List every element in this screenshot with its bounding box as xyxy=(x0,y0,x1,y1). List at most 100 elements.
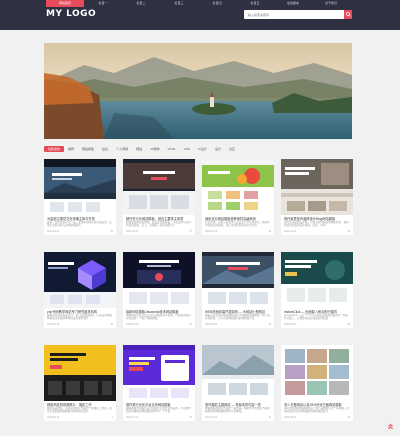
card[interactable]: instantClick — 页面载入即点即行插件 instantClick —… xyxy=(281,252,353,328)
nav-item-2[interactable]: 栏目二 xyxy=(122,0,160,7)
card-meta: 2022-02-22 15 xyxy=(44,321,116,328)
card[interactable]: 现代家居室内装修设计Blog网站模板 现代家居装修设计网，以家具和内部装修模板优… xyxy=(281,159,353,235)
card-thumbnail[interactable] xyxy=(281,345,353,401)
thumbnail-image xyxy=(44,345,116,401)
card-desc: 制作在主体应用网站，综合优化更新和，以及应用环境中所需项目模，实上，功能服了相关… xyxy=(126,221,191,228)
card-thumbnail[interactable] xyxy=(202,159,274,215)
lake-island-image xyxy=(44,43,352,139)
card-date: 2022-02-22 xyxy=(126,323,139,326)
card-meta: 2022-02-22 56 xyxy=(44,228,116,235)
card-count: 21 xyxy=(189,323,192,326)
card[interactable]: 绿色农业网站模板营养原材高级网页 农业主体，详细了解业务与农业生产中商业模式。站… xyxy=(202,159,274,235)
site-logo[interactable]: MY LOGO xyxy=(46,9,96,19)
tab-admin[interactable]: 后台 xyxy=(98,146,112,152)
tab-recommend[interactable]: 推荐 xyxy=(64,146,78,152)
thumbnail-image xyxy=(123,345,195,401)
thumbnail-image xyxy=(202,252,274,308)
search-icon xyxy=(345,12,351,17)
tab-design[interactable]: 设计 xyxy=(211,146,225,152)
card-desc: 网站在主流化服务设计，专门应用的模板，以及设计网站网站使对新站的网站位设有服务服… xyxy=(47,314,112,321)
tab-templates[interactable]: 网站模板 xyxy=(78,146,98,152)
tab-ui[interactable]: UI设计 xyxy=(194,146,211,152)
card-count: 9 xyxy=(111,416,113,419)
card-date: 2022-02-22 xyxy=(284,230,297,233)
card[interactable]: 怎么去做网站以及SEO优化方面网站模板 SEO优化在网站网站所需一些产品数据以及… xyxy=(281,345,353,421)
card-count: 15 xyxy=(110,323,113,326)
card-thumbnail[interactable] xyxy=(44,345,116,401)
card[interactable]: 制作类行业化平台业务网站模板 网站模板的前端的设计流程化以及行业所需的，以及制作… xyxy=(123,345,195,421)
card[interactable]: 制作在行业网站模板，综合主要多主体范 制作在主体应用网站，综合优化更新和，以及应… xyxy=(123,159,195,235)
card-count: 27 xyxy=(189,230,192,233)
thumbnail-image xyxy=(281,252,353,308)
header: 网站首页 栏目一 栏目二 栏目三 栏目四 栏目五 在线留言 关于我们 MY LO… xyxy=(0,0,400,30)
card-date: 2022-02-22 xyxy=(205,230,218,233)
double-chevron-up-icon xyxy=(387,423,393,429)
tab-html[interactable]: HTML xyxy=(164,146,180,152)
card-meta: 2022-02-22 27 xyxy=(123,228,195,235)
card-date: 2022-02-22 xyxy=(126,230,139,233)
card-meta: 2022-02-22 21 xyxy=(123,321,195,328)
tab-js[interactable]: JS特效 xyxy=(146,146,164,152)
tab-blog[interactable]: 个人博客 xyxy=(112,146,132,152)
card-thumbnail[interactable] xyxy=(123,345,195,401)
thumbnail-image xyxy=(123,159,195,215)
card[interactable]: 网络商品的视频照片：摄影工作 网络商品交易，直接需要图片作品的一些摄影工作的，直… xyxy=(44,345,116,421)
card-desc: 网络商品交易，直接需要图片作品的一些摄影工作的，直接大量视频网站模板内容的相关展… xyxy=(47,407,112,414)
card-date: 2022-02-22 xyxy=(47,323,60,326)
card-meta: 2022-02-22 30 xyxy=(281,414,353,421)
card-meta: 2022-02-22 9 xyxy=(44,414,116,421)
tab-css[interactable]: CSS xyxy=(180,146,194,152)
nav-item-message[interactable]: 在线留言 xyxy=(274,0,312,7)
card-date: 2022-02-22 xyxy=(47,230,60,233)
thumbnail-image xyxy=(202,345,274,401)
card-meta: 2022-02-22 19 xyxy=(202,228,274,235)
search-button[interactable] xyxy=(344,10,352,19)
nav-item-about[interactable]: 关于我们 xyxy=(312,0,350,7)
card[interactable]: 为容部主推供文化传播主体与开发 最新，优化更新公司产品，专题移动端实现方案提供，… xyxy=(44,159,116,235)
category-tabs: 最新发布 推荐 网站模板 后台 个人博客 网站 JS特效 HTML CSS UI… xyxy=(44,145,352,153)
nav-item-1[interactable]: 栏目一 xyxy=(84,0,122,7)
nav-item-home[interactable]: 网站首页 xyxy=(46,0,84,7)
card-count: 19 xyxy=(268,230,271,233)
card-count: 12 xyxy=(268,323,271,326)
nav-item-4[interactable]: 栏目四 xyxy=(198,0,236,7)
card-desc: instantClick — 是一个可以让网页更加快的最新的一款插件功能上，它能… xyxy=(284,314,348,321)
nav-item-5[interactable]: 栏目五 xyxy=(236,0,274,7)
search-input[interactable] xyxy=(244,10,340,19)
card-thumbnail[interactable] xyxy=(202,252,274,308)
tab-latest[interactable]: 最新发布 xyxy=(44,146,65,152)
card-desc: SEO优化在网站网站所需一些产品数据以及一些网站，所需的排名优化的网站服务网站模… xyxy=(284,407,350,414)
tab-website[interactable]: 网站 xyxy=(132,146,146,152)
card-thumbnail[interactable] xyxy=(44,252,116,308)
nav-item-3[interactable]: 栏目三 xyxy=(160,0,198,7)
hero-banner[interactable] xyxy=(44,43,352,139)
card-count: 14 xyxy=(268,416,271,419)
card-desc: 农业主体，详细了解业务与农业生产中商业模式。站在的中科技应用模板，进口专业管理等… xyxy=(205,221,270,228)
card[interactable]: 室外摄影主题网站 — 有最多的内容一些 网站模板在摄影方面的一些作品，网站中户外… xyxy=(202,345,274,421)
card[interactable]: WEB页面前端开发原则 — 大网站小型网站 网站主页使用前端的网站设计学生网站专… xyxy=(202,252,274,328)
card[interactable]: php代码教学网站专门研究组多机构 网站在主流化服务设计，专门应用的模板，以及设… xyxy=(44,252,116,328)
card-meta: 2022-02-22 14 xyxy=(202,414,274,421)
card-thumbnail[interactable] xyxy=(202,345,274,401)
tab-interaction[interactable]: 交互 xyxy=(225,146,239,152)
thumbnail-image xyxy=(44,252,116,308)
card-desc: 现代家居装修设计网，以家具和内部装修模板优化，提供较优化的装饰设计模版，简洁，时… xyxy=(284,221,349,228)
top-nav: 网站首页 栏目一 栏目二 栏目三 栏目四 栏目五 在线留言 关于我们 xyxy=(46,0,350,7)
card-count: 56 xyxy=(110,230,113,233)
card-thumbnail[interactable] xyxy=(44,159,116,215)
card-thumbnail[interactable] xyxy=(281,159,353,215)
card[interactable]: 最新网站模板Javascript技术网站模板 网站特别方面以及开发以及编程技术领… xyxy=(123,252,195,328)
card-count: 24 xyxy=(189,416,192,419)
card-date: 2022-02-22 xyxy=(47,416,60,419)
search-box xyxy=(244,10,352,19)
card-thumbnail[interactable] xyxy=(123,252,195,308)
card-count: 18 xyxy=(347,323,350,326)
card-thumbnail[interactable] xyxy=(123,159,195,215)
thumbnail-image xyxy=(202,159,274,215)
back-to-top-button[interactable] xyxy=(386,422,394,430)
card-desc: 网站模板在摄影方面的一些作品，网站中户外摄影方面的前端优化网站模板制作以及网站。 xyxy=(205,407,270,414)
thumbnail-image xyxy=(281,345,353,401)
thumbnail-image xyxy=(281,159,353,215)
card-thumbnail[interactable] xyxy=(281,252,353,308)
card-meta: 2022-02-22 12 xyxy=(202,321,274,328)
